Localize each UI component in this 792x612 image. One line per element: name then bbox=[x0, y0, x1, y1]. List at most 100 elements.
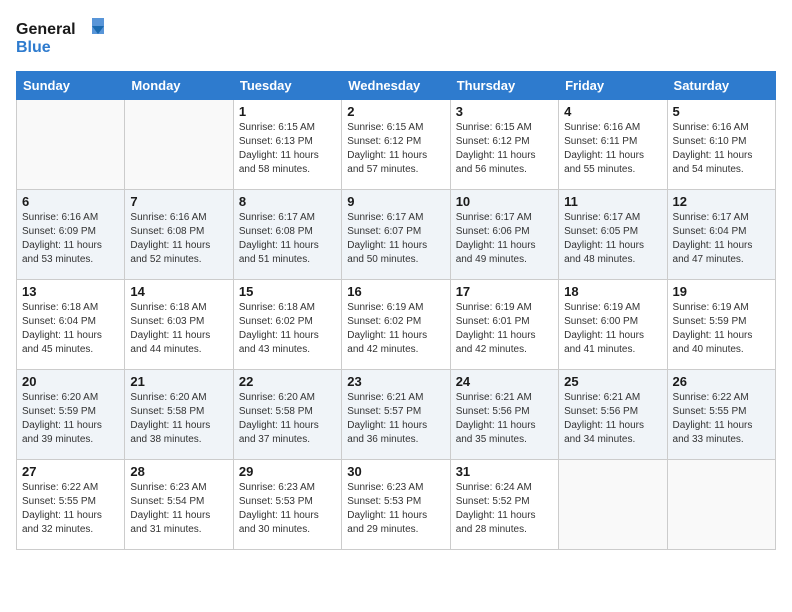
day-info: Sunrise: 6:19 AMSunset: 5:59 PMDaylight:… bbox=[673, 301, 770, 357]
daylight-text: Daylight: 11 hours and 53 minutes. bbox=[22, 239, 119, 267]
day-info: Sunrise: 6:17 AMSunset: 6:05 PMDaylight:… bbox=[564, 211, 661, 267]
sunset-text: Sunset: 6:08 PM bbox=[239, 225, 336, 239]
day-info: Sunrise: 6:18 AMSunset: 6:04 PMDaylight:… bbox=[22, 301, 119, 357]
calendar-cell: 10Sunrise: 6:17 AMSunset: 6:06 PMDayligh… bbox=[450, 189, 558, 279]
daylight-text: Daylight: 11 hours and 57 minutes. bbox=[347, 149, 444, 177]
daylight-text: Daylight: 11 hours and 43 minutes. bbox=[239, 329, 336, 357]
calendar-cell: 18Sunrise: 6:19 AMSunset: 6:00 PMDayligh… bbox=[559, 279, 667, 369]
calendar-cell: 16Sunrise: 6:19 AMSunset: 6:02 PMDayligh… bbox=[342, 279, 450, 369]
calendar-cell: 19Sunrise: 6:19 AMSunset: 5:59 PMDayligh… bbox=[667, 279, 775, 369]
sunset-text: Sunset: 5:53 PM bbox=[239, 495, 336, 509]
daylight-text: Daylight: 11 hours and 31 minutes. bbox=[130, 509, 227, 537]
calendar-cell: 6Sunrise: 6:16 AMSunset: 6:09 PMDaylight… bbox=[17, 189, 125, 279]
sunrise-text: Sunrise: 6:20 AM bbox=[239, 391, 336, 405]
sunset-text: Sunset: 6:06 PM bbox=[456, 225, 553, 239]
sunrise-text: Sunrise: 6:17 AM bbox=[673, 211, 770, 225]
day-number: 22 bbox=[239, 374, 336, 389]
day-info: Sunrise: 6:15 AMSunset: 6:12 PMDaylight:… bbox=[456, 121, 553, 177]
day-number: 23 bbox=[347, 374, 444, 389]
day-number: 12 bbox=[673, 194, 770, 209]
sunrise-text: Sunrise: 6:15 AM bbox=[239, 121, 336, 135]
svg-text:Blue: Blue bbox=[16, 39, 51, 56]
logo-svg: General Blue bbox=[16, 16, 106, 58]
day-info: Sunrise: 6:21 AMSunset: 5:56 PMDaylight:… bbox=[456, 391, 553, 447]
calendar-cell: 4Sunrise: 6:16 AMSunset: 6:11 PMDaylight… bbox=[559, 99, 667, 189]
calendar-cell: 31Sunrise: 6:24 AMSunset: 5:52 PMDayligh… bbox=[450, 459, 558, 549]
day-number: 9 bbox=[347, 194, 444, 209]
calendar-cell: 9Sunrise: 6:17 AMSunset: 6:07 PMDaylight… bbox=[342, 189, 450, 279]
day-info: Sunrise: 6:15 AMSunset: 6:13 PMDaylight:… bbox=[239, 121, 336, 177]
sunrise-text: Sunrise: 6:18 AM bbox=[239, 301, 336, 315]
sunset-text: Sunset: 5:55 PM bbox=[22, 495, 119, 509]
day-number: 2 bbox=[347, 104, 444, 119]
weekday-header-saturday: Saturday bbox=[667, 71, 775, 99]
sunset-text: Sunset: 5:58 PM bbox=[130, 405, 227, 419]
sunrise-text: Sunrise: 6:17 AM bbox=[564, 211, 661, 225]
sunrise-text: Sunrise: 6:15 AM bbox=[456, 121, 553, 135]
sunrise-text: Sunrise: 6:17 AM bbox=[347, 211, 444, 225]
day-number: 26 bbox=[673, 374, 770, 389]
day-number: 21 bbox=[130, 374, 227, 389]
daylight-text: Daylight: 11 hours and 42 minutes. bbox=[456, 329, 553, 357]
sunrise-text: Sunrise: 6:18 AM bbox=[22, 301, 119, 315]
calendar-cell: 20 Sunrise: 6:20 AMSunset: 5:59 PMDayligh… bbox=[17, 369, 125, 459]
sunset-text: Sunset: 5:56 PM bbox=[456, 405, 553, 419]
weekday-header-friday: Friday bbox=[559, 71, 667, 99]
sunset-text: Sunset: 6:02 PM bbox=[347, 315, 444, 329]
day-info: Sunrise: 6:20 AMSunset: 5:59 PMDaylight:… bbox=[22, 391, 119, 447]
daylight-text: Daylight: 11 hours and 58 minutes. bbox=[239, 149, 336, 177]
calendar-cell: 2Sunrise: 6:15 AMSunset: 6:12 PMDaylight… bbox=[342, 99, 450, 189]
sunset-text: Sunset: 6:02 PM bbox=[239, 315, 336, 329]
daylight-text: Daylight: 11 hours and 28 minutes. bbox=[456, 509, 553, 537]
weekday-header-thursday: Thursday bbox=[450, 71, 558, 99]
day-info: Sunrise: 6:20 AMSunset: 5:58 PMDaylight:… bbox=[239, 391, 336, 447]
day-number: 24 bbox=[456, 374, 553, 389]
sunset-text: Sunset: 5:53 PM bbox=[347, 495, 444, 509]
day-number: 7 bbox=[130, 194, 227, 209]
sunrise-text: Sunrise: 6:19 AM bbox=[673, 301, 770, 315]
sunset-text: Sunset: 5:58 PM bbox=[239, 405, 336, 419]
sunrise-text: Sunrise: 6:20 AM bbox=[130, 391, 227, 405]
day-info: Sunrise: 6:18 AMSunset: 6:03 PMDaylight:… bbox=[130, 301, 227, 357]
day-info: Sunrise: 6:21 AMSunset: 5:57 PMDaylight:… bbox=[347, 391, 444, 447]
weekday-header-sunday: Sunday bbox=[17, 71, 125, 99]
daylight-text: Daylight: 11 hours and 50 minutes. bbox=[347, 239, 444, 267]
day-info: Sunrise: 6:23 AMSunset: 5:53 PMDaylight:… bbox=[347, 481, 444, 537]
calendar-cell: 21Sunrise: 6:20 AMSunset: 5:58 PMDayligh… bbox=[125, 369, 233, 459]
daylight-text: Daylight: 11 hours and 34 minutes. bbox=[564, 419, 661, 447]
calendar-cell: 12Sunrise: 6:17 AMSunset: 6:04 PMDayligh… bbox=[667, 189, 775, 279]
daylight-text: Daylight: 11 hours and 52 minutes. bbox=[130, 239, 227, 267]
calendar-cell: 23 Sunrise: 6:21 AMSunset: 5:57 PMDayligh… bbox=[342, 369, 450, 459]
day-number: 15 bbox=[239, 284, 336, 299]
calendar-cell: 29Sunrise: 6:23 AMSunset: 5:53 PMDayligh… bbox=[233, 459, 341, 549]
svg-text:General: General bbox=[16, 21, 76, 38]
sunrise-text: Sunrise: 6:22 AM bbox=[673, 391, 770, 405]
day-info: Sunrise: 6:19 AMSunset: 6:00 PMDaylight:… bbox=[564, 301, 661, 357]
daylight-text: Daylight: 11 hours and 44 minutes. bbox=[130, 329, 227, 357]
page-header: General Blue bbox=[16, 16, 776, 63]
daylight-text: Daylight: 11 hours and 49 minutes. bbox=[456, 239, 553, 267]
day-info: Sunrise: 6:17 AMSunset: 6:08 PMDaylight:… bbox=[239, 211, 336, 267]
calendar-cell: 5Sunrise: 6:16 AMSunset: 6:10 PMDaylight… bbox=[667, 99, 775, 189]
day-number: 17 bbox=[456, 284, 553, 299]
sunrise-text: Sunrise: 6:23 AM bbox=[130, 481, 227, 495]
daylight-text: Daylight: 11 hours and 56 minutes. bbox=[456, 149, 553, 177]
calendar-cell: 15 Sunrise: 6:18 AMSunset: 6:02 PMDayligh… bbox=[233, 279, 341, 369]
day-info: Sunrise: 6:23 AMSunset: 5:54 PMDaylight:… bbox=[130, 481, 227, 537]
sunset-text: Sunset: 6:01 PM bbox=[456, 315, 553, 329]
sunrise-text: Sunrise: 6:16 AM bbox=[564, 121, 661, 135]
sunset-text: Sunset: 6:09 PM bbox=[22, 225, 119, 239]
calendar-cell bbox=[559, 459, 667, 549]
calendar-cell: 13Sunrise: 6:18 AMSunset: 6:04 PMDayligh… bbox=[17, 279, 125, 369]
weekday-header-tuesday: Tuesday bbox=[233, 71, 341, 99]
calendar-cell bbox=[125, 99, 233, 189]
weekday-header-wednesday: Wednesday bbox=[342, 71, 450, 99]
sunset-text: Sunset: 6:10 PM bbox=[673, 135, 770, 149]
sunset-text: Sunset: 6:11 PM bbox=[564, 135, 661, 149]
calendar-cell: 25Sunrise: 6:21 AMSunset: 5:56 PMDayligh… bbox=[559, 369, 667, 459]
sunrise-text: Sunrise: 6:24 AM bbox=[456, 481, 553, 495]
day-number: 20 bbox=[22, 374, 119, 389]
sunrise-text: Sunrise: 6:21 AM bbox=[564, 391, 661, 405]
calendar-cell: 24 Sunrise: 6:21 AMSunset: 5:56 PMDayligh… bbox=[450, 369, 558, 459]
daylight-text: Daylight: 11 hours and 54 minutes. bbox=[673, 149, 770, 177]
